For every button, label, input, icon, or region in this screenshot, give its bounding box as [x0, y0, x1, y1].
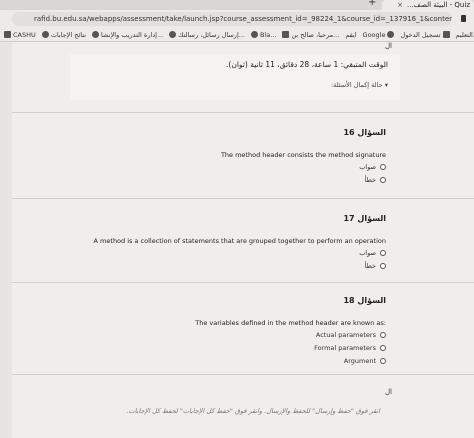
bookmark-item[interactable]: CASHU [4, 31, 36, 39]
question-text: A method is a collection of statements t… [93, 237, 386, 245]
close-icon[interactable]: × [397, 1, 403, 9]
radio-button[interactable] [380, 263, 386, 269]
question-title: السؤال 17 [343, 214, 386, 223]
bookmarks-bar: CASHU نتائج الإجابات إدارة التدريب والإن… [0, 28, 474, 42]
timer: الوقت المتبقي: 1 ساعة، 28 دقائق، 11 ثاني… [226, 60, 388, 69]
status-panel: الوقت المتبقي: 1 ساعة، 28 دقائق، 11 ثاني… [70, 54, 400, 100]
option-true[interactable]: صواب [90, 249, 386, 257]
bookmark-item[interactable]: ايقم [345, 31, 356, 39]
question-title: السؤال 18 [343, 296, 386, 305]
radio-button[interactable] [380, 358, 386, 364]
divider [12, 282, 474, 283]
bookmark-item[interactable]: Bla... [250, 31, 276, 39]
bookmark-item[interactable]: مرحبا، صالح بن... [282, 31, 339, 39]
lock-icon [461, 15, 466, 22]
bookmark-item[interactable]: إدارة التدريب والإنشا... [92, 31, 163, 39]
question-16: السؤال 16 The method header consists the… [90, 128, 386, 189]
radio-button[interactable] [380, 345, 386, 351]
option-true[interactable]: صواب [90, 163, 386, 171]
question-text: The method header consists the method si… [220, 151, 386, 159]
url-field[interactable]: rafid.bu.edu.sa/webapps/assessment/take/… [12, 12, 452, 26]
tab-title: Quiz - البيئة الصف... [406, 1, 470, 9]
completion-status-label: حالة إكمال الأسئلة: [330, 81, 383, 89]
question-17: السؤال 17 A method is a collection of st… [90, 214, 386, 275]
option-false[interactable]: خطأ [90, 176, 386, 184]
google-icon [387, 31, 395, 38]
bookmark-item[interactable]: نتائج الإجابات [41, 31, 86, 39]
radio-button[interactable] [380, 332, 386, 338]
bookmark-icon [282, 31, 290, 38]
bookmark-icon [41, 31, 49, 38]
bookmark-icon [92, 31, 100, 38]
radio-button[interactable] [380, 164, 386, 170]
side-label-bottom: ال [384, 388, 392, 396]
tab-quiz[interactable]: Quiz - البيئة الصف... × [382, 0, 474, 10]
divider [12, 198, 474, 199]
question-title: السؤال 16 [343, 128, 386, 137]
option-false[interactable]: خطأ [90, 262, 386, 270]
bookmark-icon [4, 31, 11, 38]
question-18: السؤال 18 :The variables defined in the … [90, 296, 386, 370]
bookmark-item[interactable]: التعليم... [456, 31, 474, 39]
bookmark-item[interactable]: إرسال رسائل، رسالتك... [169, 31, 245, 39]
option-formal-parameters[interactable]: Formal parameters [90, 344, 386, 352]
left-margin [0, 42, 12, 438]
tab-bar: + Quiz - البيئة الصف... × [0, 0, 474, 10]
bookmark-icon [169, 31, 177, 38]
address-bar: rafid.bu.edu.sa/webapps/assessment/take/… [0, 10, 474, 28]
radio-button[interactable] [380, 177, 386, 183]
new-tab-button[interactable]: + [368, 0, 376, 8]
option-argument[interactable]: Argument [90, 357, 386, 365]
radio-button[interactable] [380, 250, 386, 256]
chevron-down-icon: ▾ [384, 81, 388, 89]
bookmark-icon [250, 31, 258, 38]
divider [12, 374, 474, 375]
bookmark-item[interactable]: Google [363, 31, 395, 39]
grid-icon [442, 31, 450, 38]
save-instructions: انقر فوق "حفظ وإرسال" للحفظ والإرسال. وا… [126, 407, 380, 415]
option-actual-parameters[interactable]: Actual parameters [90, 331, 386, 339]
side-label-top: ال [384, 42, 392, 50]
page-content: الوقت المتبقي: 1 ساعة، 28 دقائق، 11 ثاني… [0, 42, 474, 438]
completion-status-toggle[interactable]: ▾ حالة إكمال الأسئلة: [82, 81, 388, 89]
bookmark-item[interactable]: تسجيل الدخول [400, 31, 450, 39]
divider [12, 112, 474, 113]
question-text: :The variables defined in the method hea… [195, 319, 386, 327]
